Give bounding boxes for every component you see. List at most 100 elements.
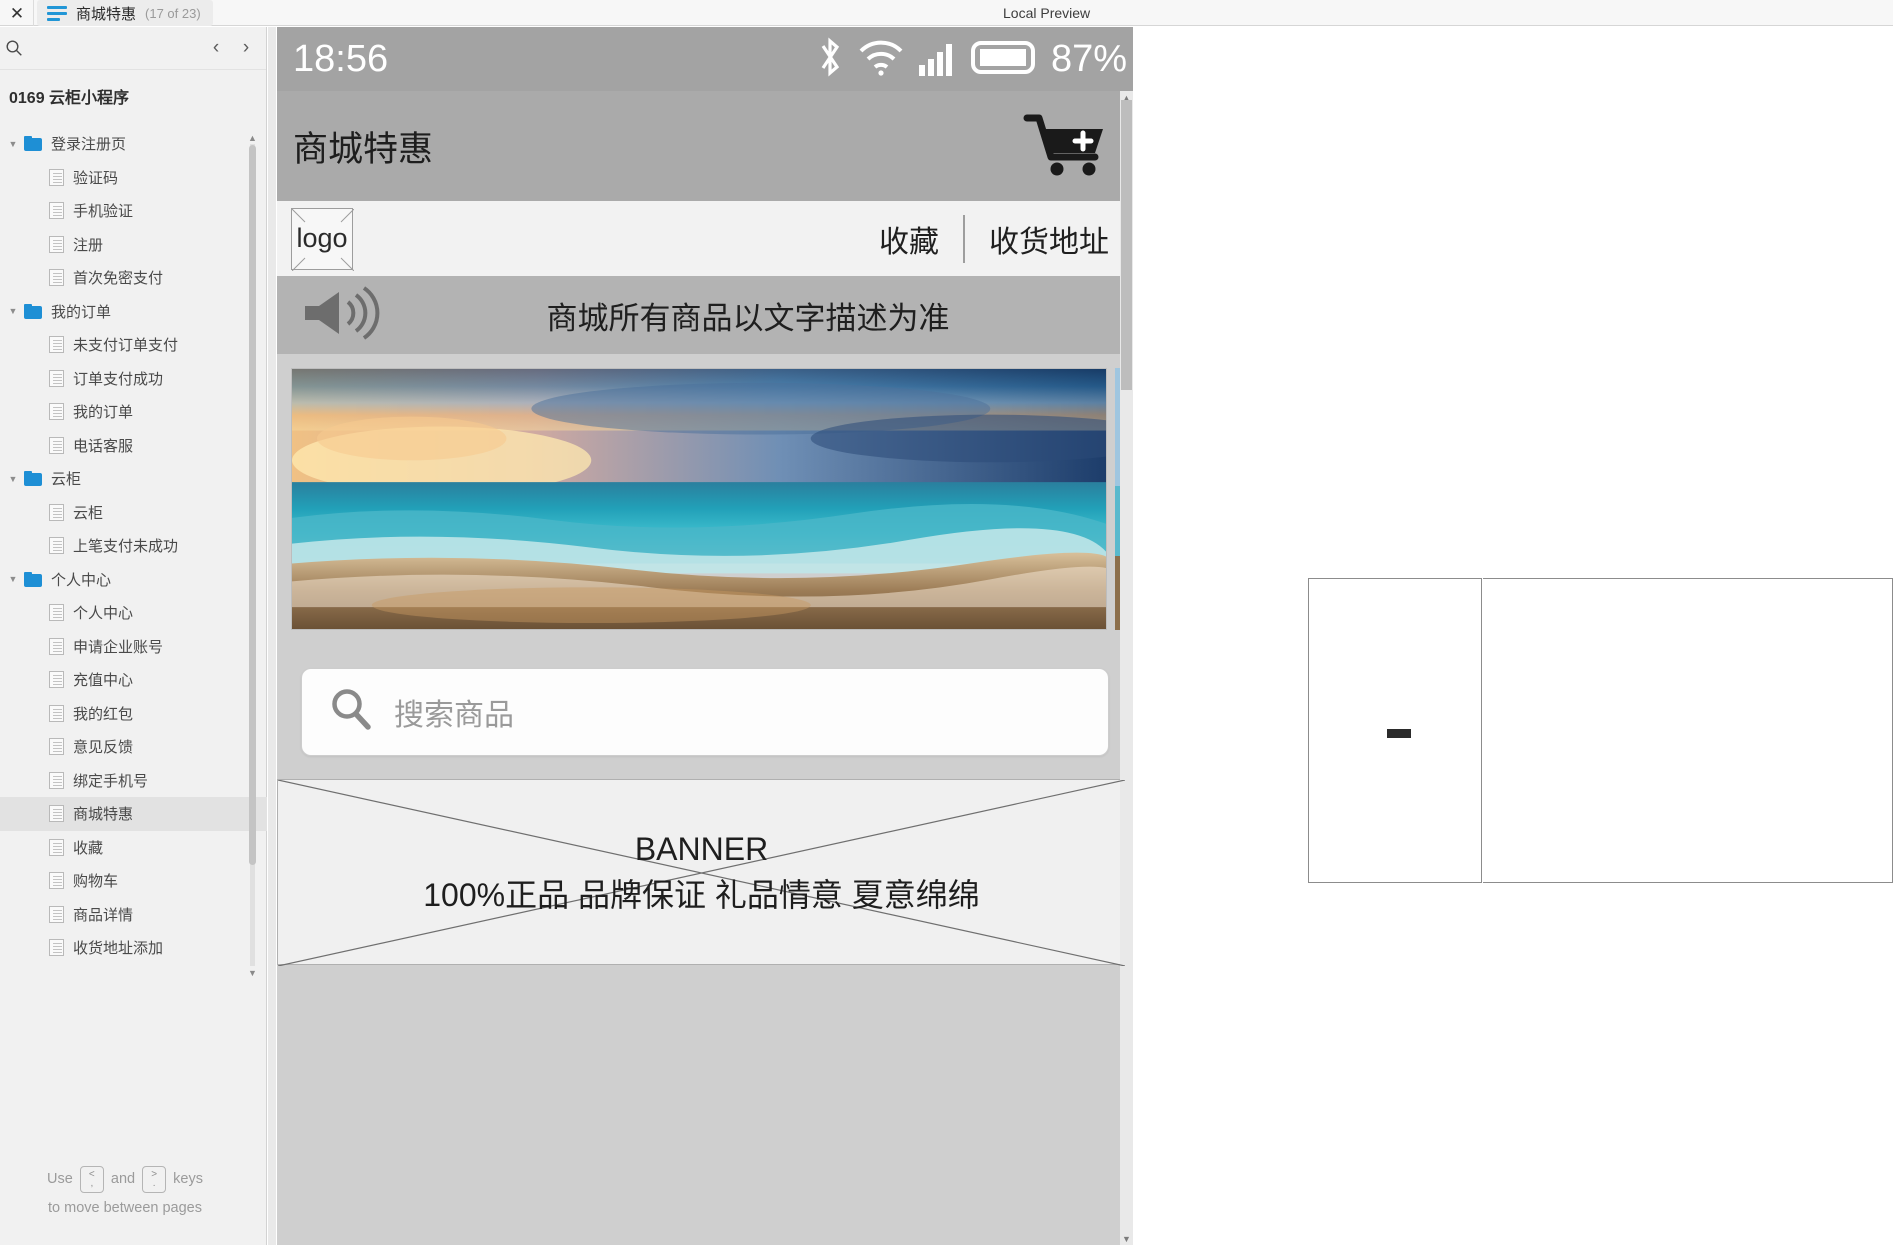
tree-row-label: 我的订单	[73, 404, 134, 422]
page-icon	[49, 537, 64, 555]
tree-page-row[interactable]: 收藏	[0, 831, 267, 865]
tree-folder-row[interactable]: ▼ 云柜	[0, 462, 267, 496]
search-icon[interactable]	[0, 34, 28, 62]
logo-placeholder[interactable]: logo	[291, 207, 354, 271]
tree-page-row[interactable]: 首次免密支付	[0, 261, 267, 295]
promo-line-1: BANNER	[634, 830, 769, 867]
tab-page-count: (17 of 23)	[145, 5, 201, 21]
chevron-down-icon[interactable]: ▼	[3, 139, 23, 149]
page-icon	[49, 771, 64, 789]
active-tab[interactable]: 商城特惠 (17 of 23)	[37, 0, 213, 26]
logo-row: logo 收藏 收货地址	[277, 201, 1133, 276]
tree-page-row[interactable]: 购物车	[0, 864, 267, 898]
right-document-panel	[1308, 578, 1893, 883]
page-icon	[49, 872, 64, 890]
app-title-bar: 商城特惠	[277, 91, 1133, 201]
tree-page-row[interactable]: 我的订单	[0, 395, 267, 429]
key-next: > .	[142, 1165, 167, 1193]
tree-page-row[interactable]: 手机验证	[0, 194, 267, 228]
tree-page-row[interactable]: 绑定手机号	[0, 764, 267, 798]
hint-and: and	[110, 1171, 136, 1187]
folder-icon	[23, 303, 43, 319]
tree-row-label: 未支付订单支付	[73, 337, 179, 355]
search-input[interactable]: 搜索商品	[301, 667, 1109, 756]
page-icon	[49, 704, 64, 722]
close-icon[interactable]: ✕	[4, 0, 30, 26]
wifi-icon	[857, 35, 905, 84]
tree-page-row[interactable]: 商城特惠	[0, 797, 267, 831]
chevron-down-icon[interactable]: ▼	[3, 306, 23, 316]
tree-page-row[interactable]: 电话客服	[0, 429, 267, 463]
announcement-bar: 商城所有商品以文字描述为准	[277, 276, 1133, 354]
tree-row-label: 上笔支付未成功	[73, 538, 179, 556]
tree-row-label: 个人中心	[51, 571, 112, 589]
page-icon	[49, 202, 64, 220]
local-preview-label[interactable]: Local Preview	[1003, 0, 1090, 26]
tree-page-row[interactable]: 我的红包	[0, 697, 267, 731]
tree-page-row[interactable]: 订单支付成功	[0, 362, 267, 396]
tree-page-row[interactable]: 意见反馈	[0, 730, 267, 764]
favorites-button[interactable]: 收藏	[855, 217, 963, 261]
page-icon	[49, 269, 64, 287]
page-icon	[49, 436, 64, 454]
chevron-down-icon[interactable]: ▼	[3, 574, 23, 584]
sidebar-scrollbar[interactable]: ▲ ▼	[247, 132, 257, 978]
chevron-right-icon[interactable]: ›	[234, 35, 258, 61]
scroll-up-icon[interactable]: ▲	[248, 132, 257, 143]
page-icon	[49, 805, 64, 823]
stage-left-edge	[268, 27, 276, 1245]
tree-folder-row[interactable]: ▼ 我的订单	[0, 295, 267, 329]
chevron-down-icon[interactable]: ▼	[3, 474, 23, 484]
tree-row-label: 收藏	[73, 839, 104, 857]
page-icon	[49, 403, 64, 421]
tree-page-row[interactable]: 云柜	[0, 496, 267, 530]
tree-page-row[interactable]: 收货地址添加	[0, 931, 267, 965]
tree-page-row[interactable]: 商品详情	[0, 898, 267, 932]
search-icon	[328, 686, 374, 737]
tree-page-row[interactable]: 充值中心	[0, 663, 267, 697]
tree-page-row[interactable]: 个人中心	[0, 596, 267, 630]
banner-carousel[interactable]	[277, 354, 1133, 644]
preview-scrollbar[interactable]: ▲ ▼	[1120, 91, 1133, 1245]
tree-folder-row[interactable]: ▼ 个人中心	[0, 563, 267, 597]
page-icon	[49, 503, 64, 521]
document-page-left	[1308, 578, 1482, 883]
page-icon	[49, 235, 64, 253]
tree-page-row[interactable]: 上笔支付未成功	[0, 529, 267, 563]
tree-page-row[interactable]: 未支付订单支付	[0, 328, 267, 362]
tree-row-label: 订单支付成功	[73, 370, 164, 388]
cart-plus-icon[interactable]	[1023, 109, 1111, 184]
shipping-address-button[interactable]: 收货地址	[965, 217, 1133, 261]
cellular-signal-icon	[917, 35, 959, 84]
tree-page-row[interactable]: 验证码	[0, 161, 267, 195]
search-section: 搜索商品	[277, 644, 1133, 779]
scroll-down-icon[interactable]: ▼	[248, 967, 257, 978]
page-icon	[49, 939, 64, 957]
hamburger-icon[interactable]	[47, 5, 67, 21]
promo-banner[interactable]: BANNER 100%正品 品牌保证 礼品情意 夏意绵绵	[277, 779, 1126, 966]
project-header: 0169 云柜小程序	[0, 70, 266, 120]
tree-row-label: 注册	[73, 236, 104, 254]
tree-page-row[interactable]: 申请企业账号	[0, 630, 267, 664]
chevron-left-icon[interactable]: ‹	[204, 35, 228, 61]
hint-prefix: Use	[47, 1171, 73, 1187]
search-placeholder: 搜索商品	[394, 698, 514, 732]
promo-section: BANNER 100%正品 品牌保证 礼品情意 夏意绵绵	[277, 779, 1133, 966]
carousel-slide-current[interactable]	[291, 368, 1107, 630]
page-tree[interactable]: ▼ 登录注册页 验证码 手机验证 注册 首次免密支付 ▼ 我的订单 未支付订单支付 订单支付成功我…	[0, 127, 267, 977]
preview-scrollbar-thumb[interactable]	[1121, 100, 1132, 390]
tree-row-label: 个人中心	[73, 605, 134, 623]
scrollbar-thumb[interactable]	[249, 145, 256, 865]
preview-stage: 18:56 87% 商城特惠 logo 收藏 收货地址 商城所有商品以文字描述为…	[268, 27, 1893, 1245]
tree-row-label: 商城特惠	[73, 806, 134, 824]
page-icon	[49, 168, 64, 186]
tree-folder-row[interactable]: ▼ 登录注册页	[0, 127, 267, 161]
preview-scroll-down-icon[interactable]: ▼	[1120, 1232, 1133, 1245]
tree-row-label: 电话客服	[73, 437, 134, 455]
tree-page-row[interactable]: 注册	[0, 228, 267, 262]
tree-row-label: 手机验证	[73, 203, 134, 221]
folder-icon	[23, 571, 43, 587]
tree-row-label: 云柜	[51, 471, 82, 489]
browser-top-bar: ✕ 商城特惠 (17 of 23) Local Preview	[0, 0, 1893, 26]
announcement-text: 商城所有商品以文字描述为准	[546, 300, 950, 336]
